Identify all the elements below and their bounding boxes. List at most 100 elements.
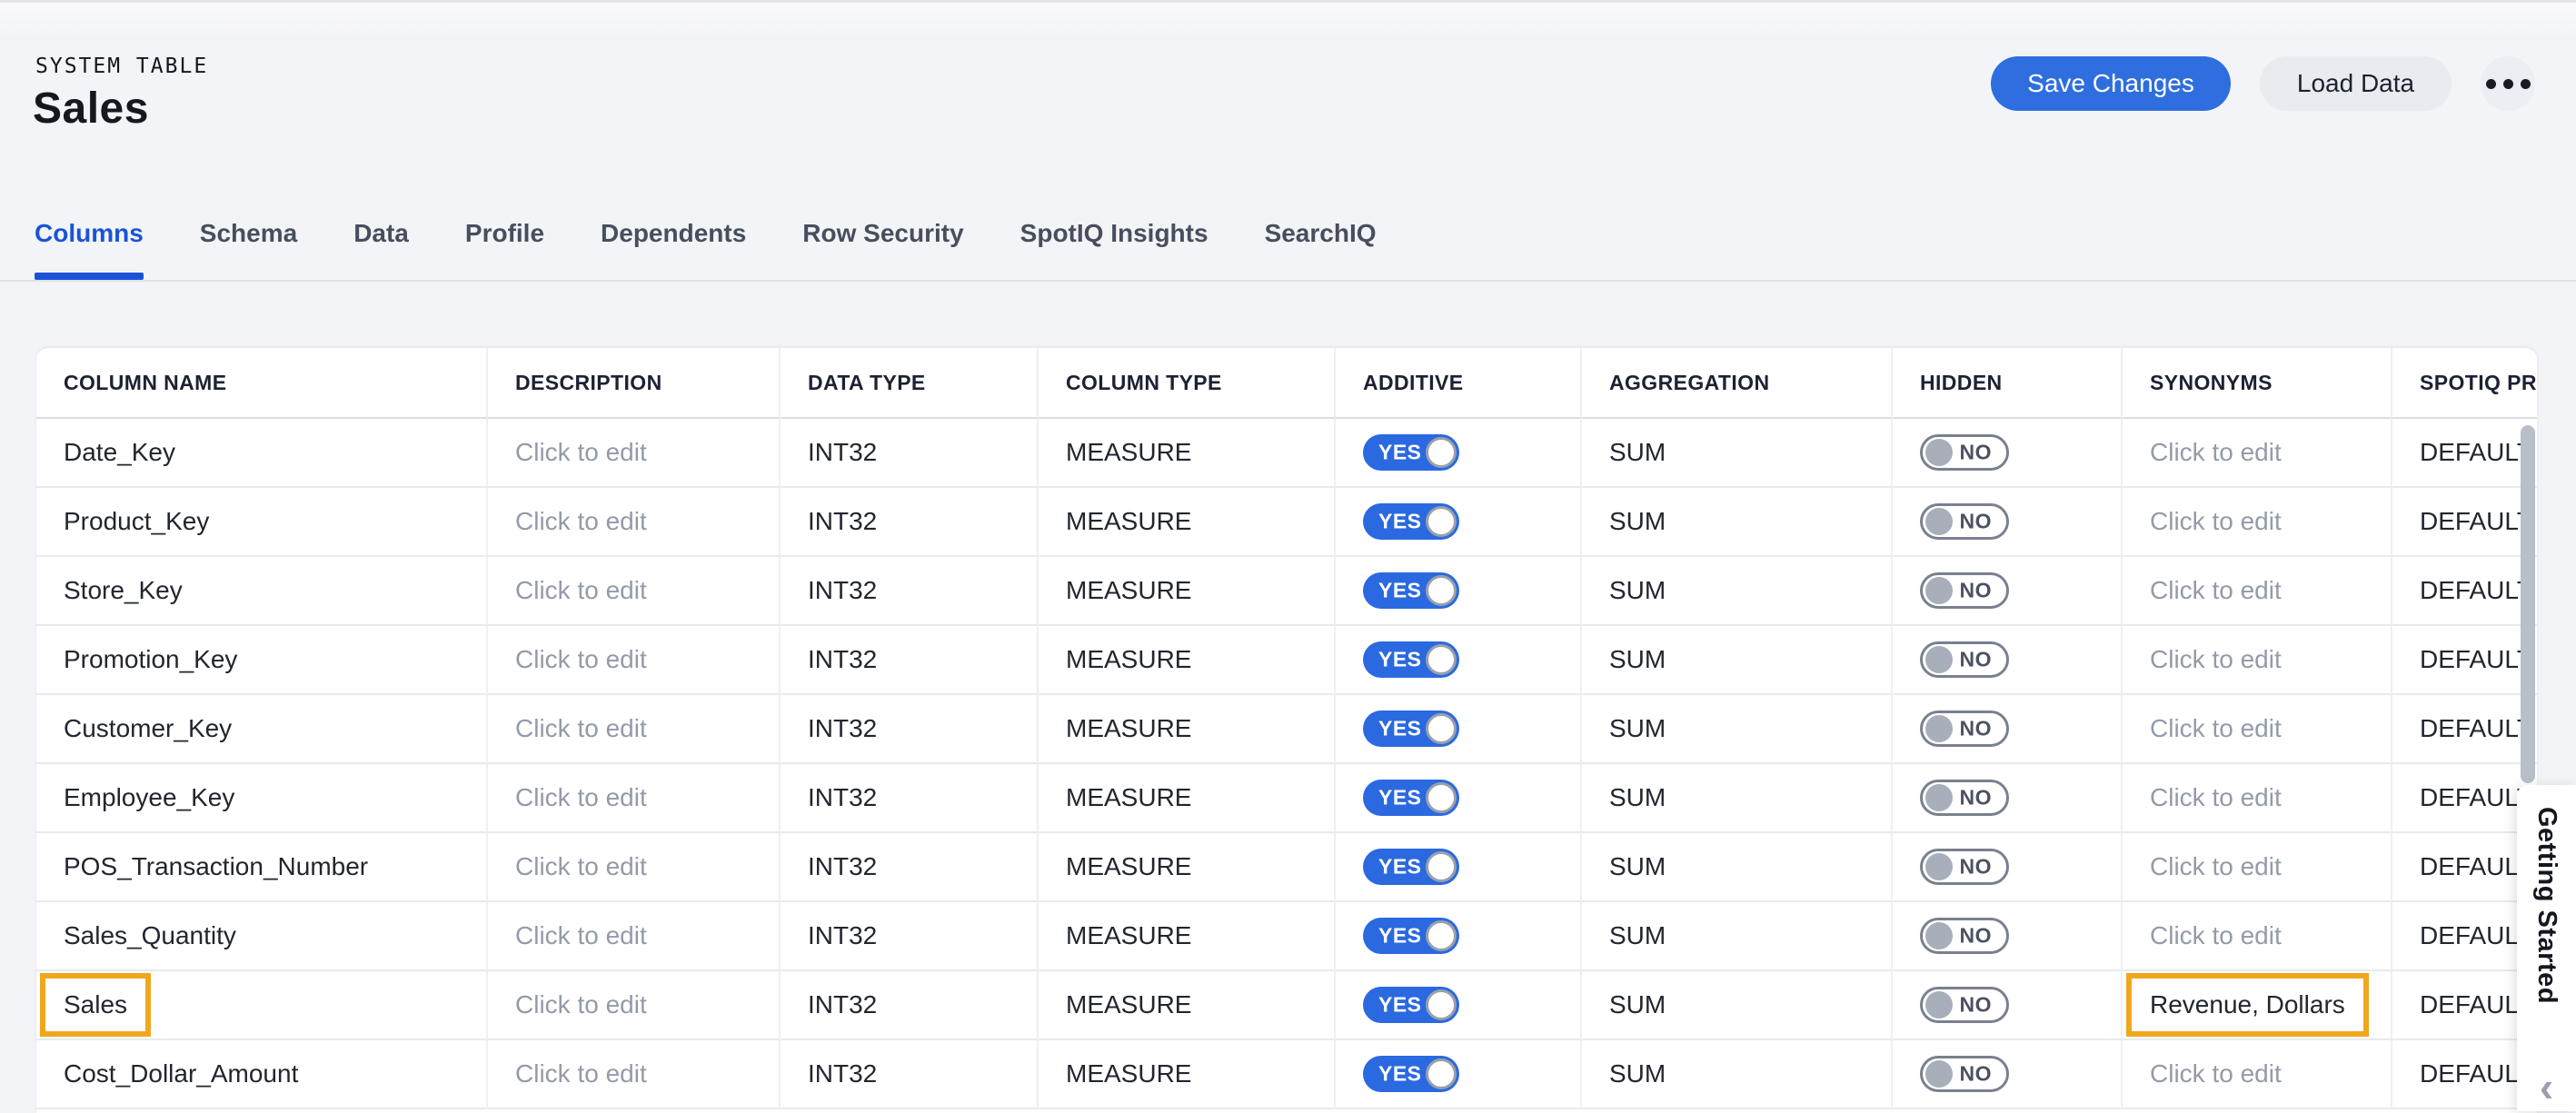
cell-spotiq-preference: DEFAULT [2392, 419, 2537, 488]
table-row-promotion-key: Promotion_KeyClick to editINT32MEASUREYE… [36, 626, 2537, 695]
save-changes-button[interactable]: Save Changes [1991, 56, 2231, 111]
additive-toggle[interactable]: YES [1363, 918, 1459, 954]
description-edit[interactable]: Click to edit [515, 1059, 647, 1088]
cell-spotiq-preference: DEFAULT [2392, 1040, 2537, 1109]
column-header-column-type: COLUMN TYPE [1039, 348, 1336, 419]
cell-spotiq-preference: DEFAULT [2392, 764, 2537, 833]
description-edit[interactable]: Click to edit [515, 507, 647, 536]
synonyms-edit[interactable]: Click to edit [2150, 921, 2282, 950]
cell-hidden: NO [1893, 626, 2123, 695]
synonyms-edit[interactable]: Click to edit [2150, 438, 2282, 467]
cell-spotiq-preference: DEFAULT [2392, 971, 2537, 1040]
hidden-toggle[interactable]: NO [1920, 434, 2009, 471]
cell-aggregation: SUM [1582, 764, 1893, 833]
getting-started-flap[interactable]: Getting Started ‹ [2517, 785, 2576, 1111]
hidden-toggle[interactable]: NO [1920, 918, 2009, 954]
synonyms-edit[interactable]: Click to edit [2150, 783, 2282, 812]
cell-hidden: NO [1893, 971, 2123, 1040]
cell-hidden: NO [1893, 1040, 2123, 1109]
synonyms-edit[interactable]: Click to edit [2150, 645, 2282, 674]
description-edit[interactable]: Click to edit [515, 714, 647, 743]
cell-column-name: Date_Key [36, 419, 488, 488]
additive-toggle[interactable]: YES [1363, 641, 1459, 678]
toggle-knob [1925, 853, 1953, 880]
toggle-knob [1925, 508, 1953, 535]
tab-row-security[interactable]: Row Security [802, 202, 963, 280]
cell-data-type: INT32 [781, 902, 1039, 971]
toggle-knob [1426, 1058, 1457, 1089]
description-edit[interactable]: Click to edit [515, 852, 647, 881]
synonyms-edit[interactable]: Click to edit [2150, 852, 2282, 881]
synonyms-edit[interactable]: Click to edit [2150, 507, 2282, 536]
hidden-toggle[interactable]: NO [1920, 641, 2009, 678]
additive-toggle[interactable]: YES [1363, 503, 1459, 540]
synonyms-edit[interactable]: Click to edit [2150, 714, 2282, 743]
aggregation-value: SUM [1609, 852, 1666, 881]
tab-spotiq-insights[interactable]: SpotIQ Insights [1020, 202, 1208, 280]
more-options-button[interactable] [2481, 56, 2535, 111]
additive-toggle[interactable]: YES [1363, 780, 1459, 816]
additive-toggle[interactable]: YES [1363, 1056, 1459, 1092]
cell-data-type: INT32 [781, 488, 1039, 557]
additive-toggle[interactable]: YES [1363, 711, 1459, 747]
description-edit[interactable]: Click to edit [515, 576, 647, 605]
tab-schema[interactable]: Schema [200, 202, 297, 280]
tab-dependents[interactable]: Dependents [601, 202, 746, 280]
cell-aggregation: SUM [1582, 833, 1893, 902]
cell-additive: YES [1336, 764, 1582, 833]
toggle-knob [1426, 506, 1457, 537]
spotiq-preference-value: DEFAULT [2420, 714, 2532, 743]
synonyms-value[interactable]: Revenue, Dollars [2150, 990, 2345, 1019]
synonyms-edit[interactable]: Click to edit [2150, 1059, 2282, 1088]
synonyms-edit[interactable]: Click to edit [2150, 576, 2282, 605]
cell-aggregation: SUM [1582, 626, 1893, 695]
toggle-knob [1426, 575, 1457, 606]
toggle-knob [1426, 713, 1457, 744]
cell-column-name: Promotion_Key [36, 626, 488, 695]
table-body: Date_KeyClick to editINT32MEASUREYESSUMN… [36, 419, 2537, 1109]
column-name-value: Product_Key [64, 507, 209, 536]
hidden-toggle[interactable]: NO [1920, 711, 2009, 747]
column-name-value: Date_Key [64, 438, 175, 467]
hidden-toggle[interactable]: NO [1920, 849, 2009, 885]
hidden-toggle[interactable]: NO [1920, 503, 2009, 540]
hidden-toggle[interactable]: NO [1920, 1056, 2009, 1092]
description-edit[interactable]: Click to edit [515, 990, 647, 1019]
column-header-description: DESCRIPTION [488, 348, 781, 419]
additive-toggle[interactable]: YES [1363, 849, 1459, 885]
vertical-scrollbar-thumb[interactable] [2521, 425, 2535, 783]
cell-additive: YES [1336, 626, 1582, 695]
data-type-value: INT32 [808, 438, 877, 467]
tab-searchiq[interactable]: SearchIQ [1265, 202, 1377, 280]
hidden-toggle[interactable]: NO [1920, 987, 2009, 1023]
cell-additive: YES [1336, 557, 1582, 626]
additive-toggle[interactable]: YES [1363, 572, 1459, 609]
hidden-toggle[interactable]: NO [1920, 572, 2009, 609]
spotiq-preference-value: DEFAULT [2420, 990, 2532, 1019]
cell-hidden: NO [1893, 488, 2123, 557]
hidden-toggle[interactable]: NO [1920, 780, 2009, 816]
description-edit[interactable]: Click to edit [515, 645, 647, 674]
cell-column-type: MEASURE [1039, 419, 1336, 488]
chevron-left-icon[interactable]: ‹ [2540, 1066, 2553, 1108]
load-data-button[interactable]: Load Data [2260, 56, 2452, 111]
cell-synonyms: Click to edit [2123, 764, 2392, 833]
cell-description: Click to edit [488, 626, 781, 695]
description-edit[interactable]: Click to edit [515, 921, 647, 950]
tab-profile[interactable]: Profile [465, 202, 544, 280]
ellipsis-icon [2521, 79, 2531, 89]
toggle-knob [1925, 1060, 1953, 1088]
additive-toggle[interactable]: YES [1363, 987, 1459, 1023]
description-edit[interactable]: Click to edit [515, 783, 647, 812]
toggle-knob [1426, 851, 1457, 882]
tab-data[interactable]: Data [353, 202, 409, 280]
additive-toggle[interactable]: YES [1363, 434, 1459, 471]
cell-data-type: INT32 [781, 695, 1039, 764]
cell-hidden: NO [1893, 902, 2123, 971]
tab-columns[interactable]: Columns [35, 202, 144, 280]
cell-hidden: NO [1893, 419, 2123, 488]
toggle-knob [1426, 782, 1457, 813]
description-edit[interactable]: Click to edit [515, 438, 647, 467]
table-row-customer-key: Customer_KeyClick to editINT32MEASUREYES… [36, 695, 2537, 764]
table-header-row: COLUMN NAMEDESCRIPTIONDATA TYPECOLUMN TY… [36, 348, 2537, 419]
